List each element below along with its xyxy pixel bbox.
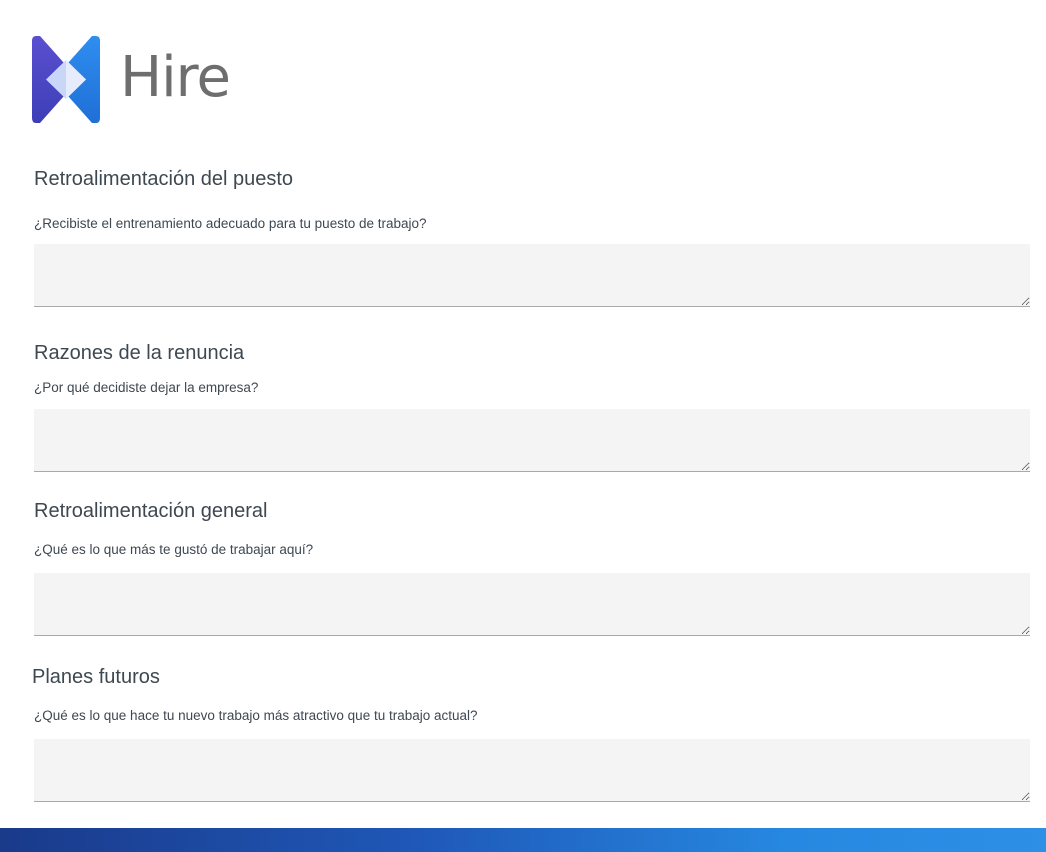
- hire-logo: Hire: [32, 34, 231, 124]
- future-plans-textarea[interactable]: [34, 739, 1030, 802]
- general-feedback-textarea[interactable]: [34, 573, 1030, 636]
- bottom-gradient-bar: [0, 828, 1046, 852]
- section-title: Planes futuros: [32, 666, 160, 688]
- brand-name: Hire: [120, 45, 231, 110]
- section-title: Razones de la renuncia: [34, 342, 245, 364]
- section-question: ¿Recibiste el entrenamiento adecuado par…: [34, 216, 427, 231]
- section-question: ¿Qué es lo que más te gustó de trabajar …: [34, 542, 314, 557]
- section-question: ¿Por qué decidiste dejar la empresa?: [34, 380, 259, 395]
- section-question: ¿Qué es lo que hace tu nuevo trabajo más…: [34, 708, 478, 723]
- section-title: Retroalimentación general: [34, 500, 268, 522]
- job-feedback-textarea[interactable]: [34, 244, 1030, 307]
- hire-logo-icon: [32, 36, 100, 123]
- resignation-reasons-textarea[interactable]: [34, 409, 1030, 472]
- section-title: Retroalimentación del puesto: [34, 168, 294, 190]
